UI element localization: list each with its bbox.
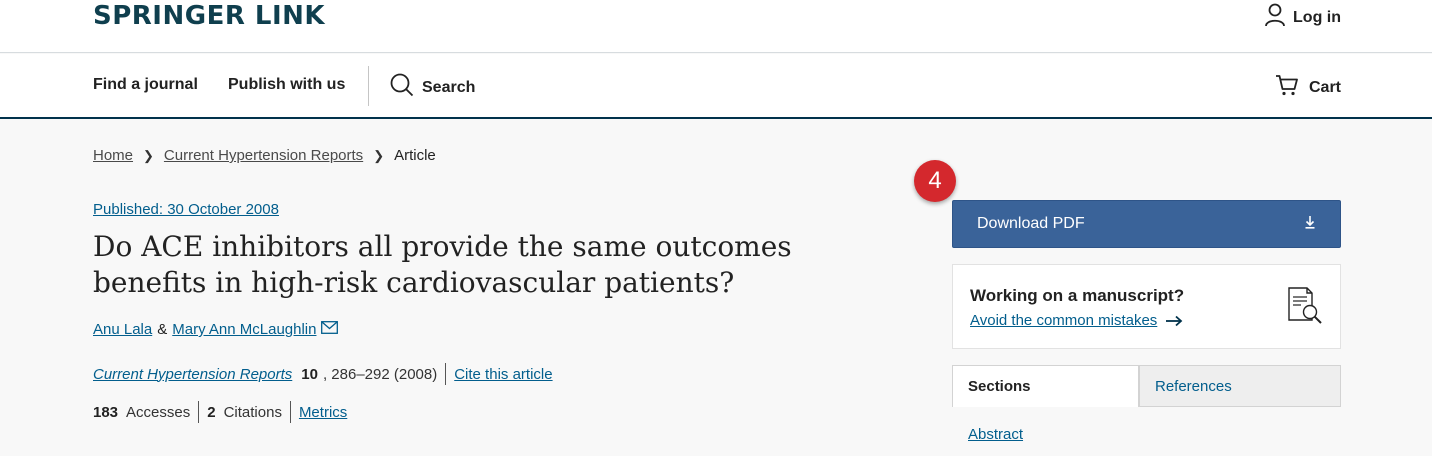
cite-article-link[interactable]: Cite this article (454, 366, 552, 383)
cart-label: Cart (1308, 78, 1341, 96)
search-icon (390, 73, 414, 102)
login-label: Log in (1293, 8, 1341, 26)
download-icon (1304, 215, 1316, 234)
breadcrumb: Home ❯ Current Hypertension Reports ❯ Ar… (93, 147, 436, 164)
metrics-line: 183 Accesses 2 Citations Metrics (93, 401, 347, 423)
publish-with-us-link[interactable]: Publish with us (228, 76, 345, 94)
divider (198, 401, 200, 423)
login-button[interactable]: Log in (1265, 3, 1341, 32)
avoid-mistakes-label: Avoid the common mistakes (970, 312, 1158, 329)
section-link-abstract[interactable]: Abstract (968, 426, 1023, 443)
breadcrumb-current: Article (394, 147, 436, 164)
download-pdf-button[interactable]: Download PDF (952, 200, 1341, 248)
volume-number: 10 (301, 365, 318, 383)
breadcrumb-journal[interactable]: Current Hypertension Reports (164, 147, 363, 164)
citations-label: Citations (223, 403, 282, 421)
arrow-right-icon (1166, 315, 1183, 326)
citation-line: Current Hypertension Reports 10 , 286–29… (93, 363, 553, 385)
cart-button[interactable]: Cart (1275, 74, 1341, 101)
divider (445, 363, 447, 385)
search-label: Search (422, 78, 476, 96)
cart-icon (1275, 74, 1299, 101)
manuscript-heading: Working on a manuscript? (970, 286, 1185, 305)
nav-divider (368, 66, 369, 106)
download-pdf-label: Download PDF (977, 215, 1085, 232)
author-link[interactable]: Anu Lala (93, 321, 152, 338)
top-header: SPRINGER LINK Log in (0, 0, 1432, 53)
sidebar-tabs: Sections References (952, 365, 1341, 407)
tab-references[interactable]: References (1139, 365, 1341, 407)
page-range: , 286–292 (2008) (322, 365, 438, 383)
journal-link[interactable]: Current Hypertension Reports (93, 366, 292, 383)
author-link[interactable]: Mary Ann McLaughlin (172, 321, 316, 338)
accesses-count: 183 (93, 403, 119, 421)
find-journal-link[interactable]: Find a journal (93, 76, 198, 94)
email-icon[interactable] (321, 321, 339, 338)
search-button[interactable]: Search (390, 73, 475, 102)
author-separator: & (157, 321, 168, 338)
published-date-link[interactable]: Published: 30 October 2008 (93, 201, 279, 218)
tab-sections[interactable]: Sections (952, 365, 1139, 407)
main-nav: Find a journal Publish with us Search Ca… (0, 54, 1432, 119)
citations-count: 2 (207, 403, 216, 421)
metrics-link[interactable]: Metrics (299, 404, 347, 421)
accesses-label: Accesses (126, 403, 191, 421)
article-title: Do ACE inhibitors all provide the same o… (93, 230, 792, 299)
divider (289, 401, 291, 423)
author-list: Anu Lala & Mary Ann McLaughlin (93, 321, 339, 338)
avoid-mistakes-link[interactable]: Avoid the common mistakes (970, 312, 1183, 329)
document-search-icon (1286, 286, 1324, 331)
springer-link-logo[interactable]: SPRINGER LINK (93, 0, 325, 32)
breadcrumb-home[interactable]: Home (93, 147, 133, 164)
user-icon (1265, 3, 1285, 32)
chevron-right-icon: ❯ (143, 147, 154, 163)
chevron-right-icon: ❯ (373, 147, 385, 163)
manuscript-promo-box: Working on a manuscript? Avoid the commo… (952, 264, 1341, 349)
step-number-badge: 4 (914, 160, 956, 202)
